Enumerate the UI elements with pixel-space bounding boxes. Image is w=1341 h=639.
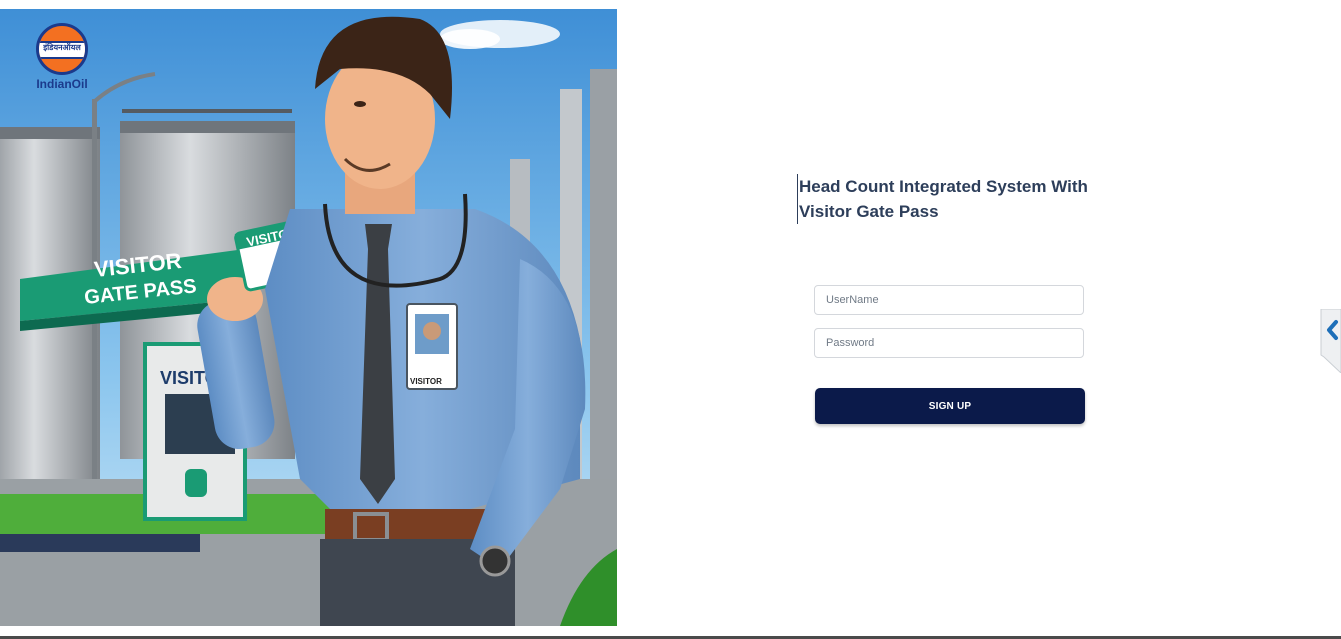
- badge-text: VISITOR: [410, 377, 442, 386]
- password-input[interactable]: [814, 328, 1084, 358]
- signup-button[interactable]: SIGN UP: [815, 388, 1085, 424]
- logo-roundel-icon: इंडियनऑयल: [36, 23, 88, 75]
- side-panel-toggle[interactable]: [1318, 309, 1341, 373]
- brand-name: IndianOil: [36, 77, 88, 91]
- logo-band-text: इंडियनऑयल: [39, 41, 85, 59]
- chevron-left-icon: [1320, 309, 1341, 373]
- username-input[interactable]: [814, 285, 1084, 315]
- hero-illustration: VISITOR GATE PASS VISITOR VISITOR VISITO…: [0, 9, 617, 626]
- indianoil-logo: इंडियनऑयल IndianOil: [30, 23, 94, 91]
- page-title: Head Count Integrated System With Visito…: [797, 174, 1099, 224]
